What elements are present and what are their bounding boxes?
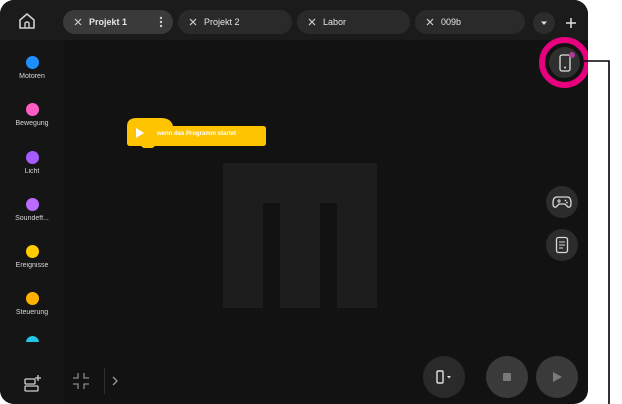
category-soundeffekte[interactable]: Soundeff... <box>0 198 64 222</box>
home-icon[interactable] <box>17 11 37 31</box>
category-steuerung[interactable]: Steuerung <box>0 292 64 316</box>
document-button[interactable] <box>546 229 578 261</box>
category-dot <box>25 103 39 116</box>
gamepad-button[interactable] <box>546 186 578 218</box>
hub-icon <box>436 370 451 384</box>
block-category-sidebar: Motoren Bewegung Licht Soundeff... Ereig… <box>0 40 64 404</box>
tab-labor[interactable]: Labor <box>297 10 410 34</box>
category-dot <box>25 151 39 164</box>
stop-button[interactable] <box>486 356 528 398</box>
tab-009b[interactable]: 009b <box>415 10 525 34</box>
tab-dropdown-button[interactable] <box>533 12 555 34</box>
hat-block-label: wenn das Programm startet <box>157 131 237 137</box>
more-options-icon[interactable] <box>159 15 163 29</box>
category-label: Bewegung <box>15 120 49 127</box>
callout-line <box>584 60 610 404</box>
extensions-icon[interactable] <box>22 373 44 395</box>
category-label: Steuerung <box>15 309 49 316</box>
tab-bar: Projekt 1 Projekt 2 Labor 009b <box>0 0 588 40</box>
play-icon <box>136 128 144 138</box>
category-licht[interactable]: Licht <box>0 151 64 175</box>
stop-icon <box>503 373 511 381</box>
tab-projekt-2[interactable]: Projekt 2 <box>178 10 292 34</box>
app-logo-watermark <box>223 163 377 308</box>
category-label: Motoren <box>19 73 45 80</box>
category-bewegung[interactable]: Bewegung <box>0 103 64 127</box>
hub-selector-button[interactable] <box>423 356 465 398</box>
tab-label: 009b <box>441 17 462 27</box>
close-icon[interactable] <box>424 16 436 28</box>
category-label: Licht <box>24 168 40 175</box>
chevron-down-icon <box>541 21 547 25</box>
category-label: Soundeff... <box>15 215 49 222</box>
tab-label: Labor <box>323 17 347 27</box>
document-icon <box>555 236 569 254</box>
tab-label: Projekt 2 <box>204 17 240 27</box>
play-icon <box>553 372 562 382</box>
tab-projekt-1[interactable]: Projekt 1 <box>63 10 173 34</box>
category-dot <box>25 56 39 69</box>
category-dot <box>25 198 39 211</box>
collapse-icon[interactable] <box>70 370 92 392</box>
code-canvas[interactable]: wenn das Programm startet <box>64 40 588 404</box>
close-icon[interactable] <box>72 16 84 28</box>
tab-label: Projekt 1 <box>89 17 128 27</box>
close-icon[interactable] <box>306 16 318 28</box>
category-dot <box>25 336 39 342</box>
add-tab-button[interactable] <box>561 12 581 34</box>
play-button[interactable] <box>536 356 578 398</box>
close-icon[interactable] <box>187 16 199 28</box>
chevron-right-icon[interactable] <box>108 373 122 389</box>
plus-icon <box>566 18 576 28</box>
app-window: Projekt 1 Projekt 2 Labor 009b Motoren B… <box>0 0 588 404</box>
gamepad-icon <box>552 196 572 208</box>
category-dot <box>25 292 39 305</box>
category-dot <box>25 245 39 258</box>
divider <box>104 368 105 394</box>
category-ereignisse[interactable]: Ereignisse <box>0 245 64 269</box>
category-motoren[interactable]: Motoren <box>0 56 64 80</box>
category-label: Ereignisse <box>15 262 49 269</box>
category-next[interactable] <box>0 336 64 342</box>
